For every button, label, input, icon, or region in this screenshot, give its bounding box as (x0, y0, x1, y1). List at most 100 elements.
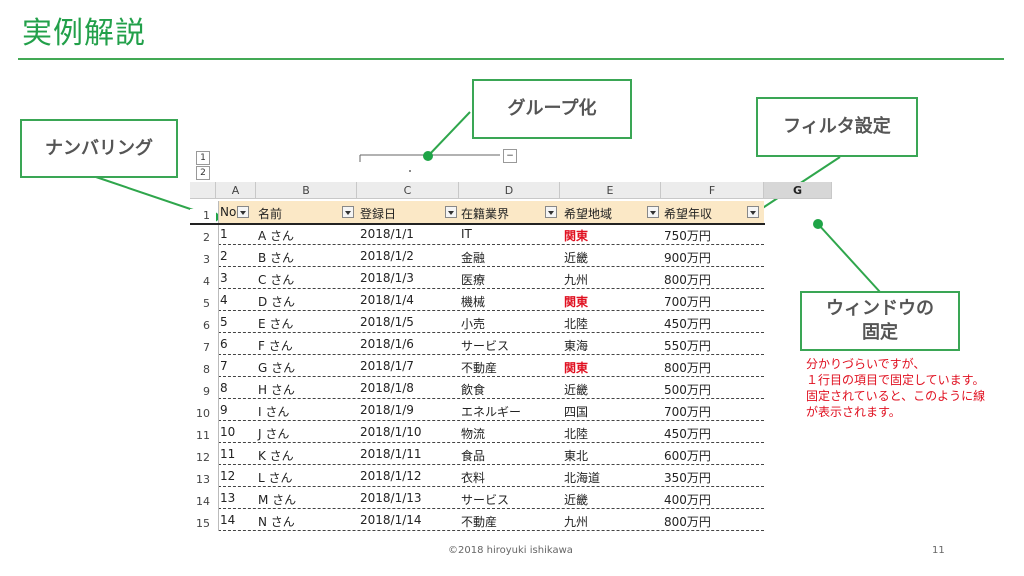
table-cell[interactable]: 2018/1/12 (360, 469, 422, 483)
table-cell[interactable]: サービス (461, 491, 509, 508)
column-header-f[interactable]: F (661, 182, 764, 199)
table-cell[interactable]: 九州 (564, 271, 588, 288)
table-cell[interactable]: 2018/1/11 (360, 447, 422, 461)
table-cell[interactable]: 550万円 (664, 337, 711, 354)
table-cell[interactable]: 2018/1/14 (360, 513, 422, 527)
column-header-c[interactable]: C (357, 182, 459, 199)
filter-dropdown-icon[interactable] (237, 206, 249, 218)
table-cell[interactable]: 食品 (461, 447, 485, 464)
table-cell[interactable]: M さん (258, 491, 296, 508)
table-cell[interactable]: H さん (258, 381, 295, 398)
table-cell[interactable]: 2018/1/5 (360, 315, 414, 329)
table-cell[interactable]: A さん (258, 227, 294, 244)
table-cell[interactable]: 2018/1/2 (360, 249, 414, 263)
table-cell[interactable]: 800万円 (664, 359, 711, 376)
table-cell[interactable]: 800万円 (664, 271, 711, 288)
row-number[interactable]: 11 (190, 429, 216, 442)
table-cell[interactable]: サービス (461, 337, 509, 354)
table-cell[interactable]: 物流 (461, 425, 485, 442)
column-header-a[interactable]: A (216, 182, 256, 199)
table-cell[interactable]: 4 (220, 293, 228, 307)
table-cell[interactable]: 450万円 (664, 315, 711, 332)
row-number[interactable]: 8 (190, 363, 216, 376)
table-cell[interactable]: J さん (258, 425, 289, 442)
table-cell[interactable]: 7 (220, 359, 228, 373)
table-cell[interactable]: 1 (220, 227, 228, 241)
table-cell[interactable]: 12 (220, 469, 235, 483)
table-cell[interactable]: G さん (258, 359, 295, 376)
table-cell[interactable]: 四国 (564, 403, 588, 420)
table-cell[interactable]: 近畿 (564, 249, 588, 266)
table-cell[interactable]: 2 (220, 249, 228, 263)
column-header-e[interactable]: E (560, 182, 661, 199)
group-level-2-button[interactable]: 2 (196, 166, 210, 180)
table-cell[interactable]: 600万円 (664, 447, 711, 464)
row-number[interactable]: 7 (190, 341, 216, 354)
table-cell[interactable]: 金融 (461, 249, 485, 266)
row-number[interactable]: 2 (190, 231, 216, 244)
table-cell[interactable]: 400万円 (664, 491, 711, 508)
row-number[interactable]: 12 (190, 451, 216, 464)
table-cell[interactable]: E さん (258, 315, 293, 332)
table-cell[interactable]: 近畿 (564, 381, 588, 398)
row-number[interactable]: 13 (190, 473, 216, 486)
row-number[interactable]: 15 (190, 517, 216, 530)
table-cell[interactable]: 衣料 (461, 469, 485, 486)
table-cell[interactable]: K さん (258, 447, 294, 464)
table-cell[interactable]: 2018/1/3 (360, 271, 414, 285)
table-cell[interactable]: 関東 (564, 293, 588, 310)
row-number[interactable]: 6 (190, 319, 216, 332)
table-cell[interactable]: 飲食 (461, 381, 485, 398)
row-number[interactable]: 9 (190, 385, 216, 398)
row-number[interactable]: 5 (190, 297, 216, 310)
row-number[interactable]: 4 (190, 275, 216, 288)
filter-dropdown-icon[interactable] (545, 206, 557, 218)
table-cell[interactable]: 2018/1/7 (360, 359, 414, 373)
table-cell[interactable]: 750万円 (664, 227, 711, 244)
table-cell[interactable]: 小売 (461, 315, 485, 332)
table-cell[interactable]: エネルギー (461, 403, 521, 420)
table-cell[interactable]: 8 (220, 381, 228, 395)
select-all-corner[interactable] (190, 182, 216, 199)
table-cell[interactable]: 6 (220, 337, 228, 351)
table-cell[interactable]: 東北 (564, 447, 588, 464)
table-cell[interactable]: 450万円 (664, 425, 711, 442)
table-cell[interactable]: 3 (220, 271, 228, 285)
table-cell[interactable]: 700万円 (664, 293, 711, 310)
table-cell[interactable]: 800万円 (664, 513, 711, 530)
table-cell[interactable]: 2018/1/6 (360, 337, 414, 351)
table-cell[interactable]: 2018/1/1 (360, 227, 414, 241)
filter-dropdown-icon[interactable] (747, 206, 759, 218)
table-cell[interactable]: 北海道 (564, 469, 600, 486)
table-cell[interactable]: 500万円 (664, 381, 711, 398)
table-cell[interactable]: IT (461, 227, 472, 241)
column-header-b[interactable]: B (256, 182, 357, 199)
table-cell[interactable]: 機械 (461, 293, 485, 310)
filter-dropdown-icon[interactable] (647, 206, 659, 218)
table-cell[interactable]: I さん (258, 403, 289, 420)
table-cell[interactable]: 13 (220, 491, 235, 505)
column-header-d[interactable]: D (459, 182, 560, 199)
table-cell[interactable]: 不動産 (461, 513, 497, 530)
table-cell[interactable]: 14 (220, 513, 235, 527)
table-cell[interactable]: F さん (258, 337, 293, 354)
table-cell[interactable]: 700万円 (664, 403, 711, 420)
row-number[interactable]: 10 (190, 407, 216, 420)
table-cell[interactable]: 5 (220, 315, 228, 329)
header-cell[interactable]: 名前 (258, 205, 282, 222)
table-cell[interactable]: 900万円 (664, 249, 711, 266)
table-cell[interactable]: 医療 (461, 271, 485, 288)
group-level-1-button[interactable]: 1 (196, 151, 210, 165)
header-cell[interactable]: 希望地域 (564, 205, 612, 222)
table-cell[interactable]: N さん (258, 513, 295, 530)
table-cell[interactable]: 関東 (564, 359, 588, 376)
table-cell[interactable]: 近畿 (564, 491, 588, 508)
row-number[interactable]: 3 (190, 253, 216, 266)
group-collapse-button[interactable]: − (503, 149, 517, 163)
table-cell[interactable]: L さん (258, 469, 293, 486)
header-cell[interactable]: No (220, 205, 236, 219)
table-cell[interactable]: D さん (258, 293, 295, 310)
table-cell[interactable]: 2018/1/13 (360, 491, 422, 505)
row-number[interactable]: 14 (190, 495, 216, 508)
table-cell[interactable]: 11 (220, 447, 235, 461)
